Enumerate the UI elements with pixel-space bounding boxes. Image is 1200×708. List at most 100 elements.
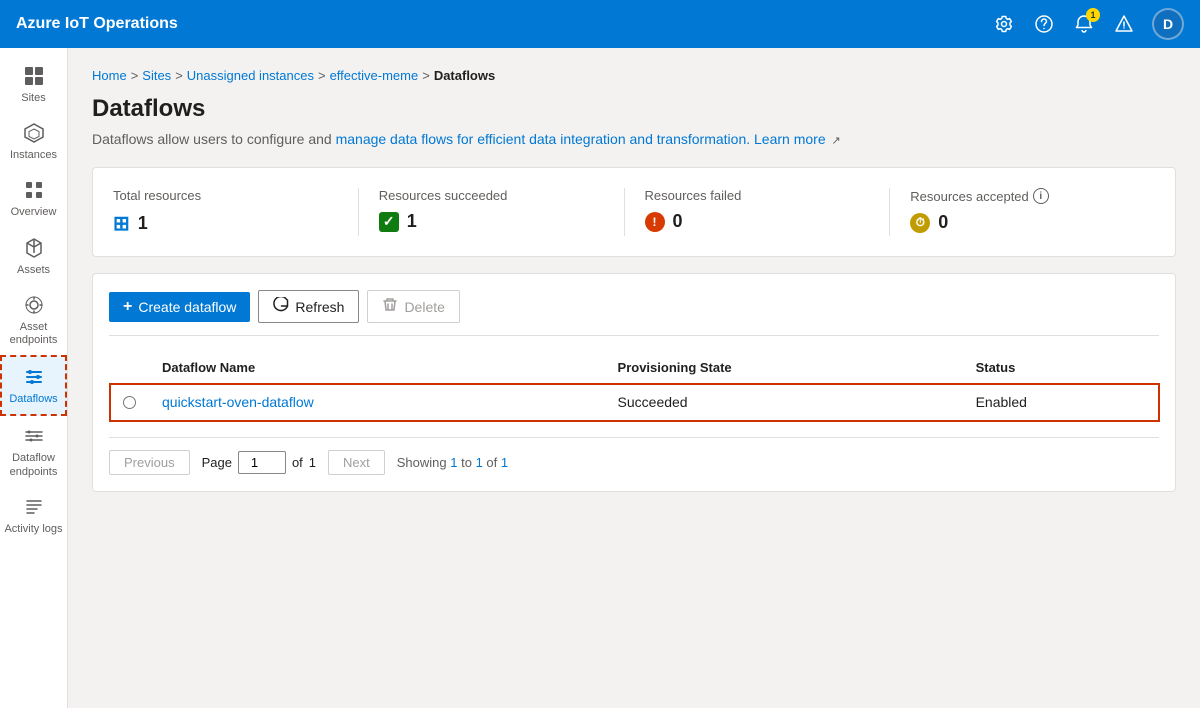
external-link-icon: ↗: [832, 135, 841, 147]
resources-failed-number: 0: [673, 211, 683, 232]
stat-total-resources: Total resources ⊞ 1: [113, 188, 359, 236]
sidebar-item-assets-label: Assets: [17, 264, 50, 277]
alerts-icon[interactable]: [1112, 12, 1136, 36]
page-input[interactable]: [238, 451, 286, 474]
sidebar-item-dataflows[interactable]: Dataflows: [0, 355, 67, 416]
app-title: Azure IoT Operations: [16, 15, 992, 33]
stat-resources-accepted-label: Resources accepted i: [910, 188, 1135, 204]
page-title: Dataflows: [92, 95, 1176, 123]
delete-icon: [382, 297, 398, 316]
failed-icon: !: [645, 212, 665, 232]
toolbar: + Create dataflow Refresh: [109, 290, 1159, 336]
nav-icons: 1 D: [992, 8, 1184, 40]
breadcrumb-unassigned-instances[interactable]: Unassigned instances: [187, 68, 314, 83]
refresh-label: Refresh: [295, 299, 344, 315]
total-resources-icon: ⊞: [113, 211, 130, 236]
content-area: Home > Sites > Unassigned instances > ef…: [68, 48, 1200, 708]
pagination: Previous Page of 1 Next Showing 1 to 1 o…: [109, 437, 1159, 475]
sites-icon: [22, 64, 46, 88]
avatar[interactable]: D: [1152, 8, 1184, 40]
row-status: Enabled: [964, 384, 1159, 421]
of-label: of: [292, 455, 303, 470]
stat-resources-accepted: Resources accepted i ⏱ 0: [890, 188, 1155, 236]
description-static: Dataflows allow users to configure and: [92, 131, 336, 147]
page-description: Dataflows allow users to configure and m…: [92, 131, 1176, 147]
breadcrumb-current: Dataflows: [434, 68, 495, 83]
sidebar-item-instances[interactable]: Instances: [0, 113, 67, 170]
description-link[interactable]: manage data flows for efficient data int…: [336, 131, 751, 147]
notifications-icon[interactable]: 1: [1072, 12, 1096, 36]
sidebar-item-instances-label: Instances: [10, 149, 57, 162]
stat-resources-succeeded: Resources succeeded ✓ 1: [359, 188, 625, 236]
resources-succeeded-number: 1: [407, 211, 417, 232]
activity-logs-icon: [22, 495, 46, 519]
sidebar-item-overview[interactable]: Overview: [0, 170, 67, 227]
sidebar-item-asset-endpoints[interactable]: Asset endpoints: [0, 285, 67, 355]
previous-button[interactable]: Previous: [109, 450, 190, 475]
sidebar-item-dataflow-endpoints[interactable]: Dataflow endpoints: [0, 416, 67, 486]
stat-resources-accepted-value: ⏱ 0: [910, 212, 1135, 233]
page-input-wrap: Page of 1: [202, 451, 316, 474]
stat-resources-failed-label: Resources failed: [645, 188, 870, 203]
sidebar-item-sites[interactable]: Sites: [0, 56, 67, 113]
settings-icon[interactable]: [992, 12, 1016, 36]
stats-card: Total resources ⊞ 1 Resources succeeded …: [92, 167, 1176, 257]
create-icon: +: [123, 298, 132, 316]
help-icon[interactable]: [1032, 12, 1056, 36]
sidebar: Sites Instances Overview: [0, 48, 68, 708]
resources-accepted-number: 0: [938, 212, 948, 233]
learn-more-link[interactable]: Learn more: [754, 131, 826, 147]
col-dataflow-name: Dataflow Name: [150, 352, 606, 384]
next-button[interactable]: Next: [328, 450, 385, 475]
delete-button[interactable]: Delete: [367, 290, 459, 323]
sidebar-item-sites-label: Sites: [21, 92, 45, 105]
sidebar-item-activity-logs[interactable]: Activity logs: [0, 487, 67, 544]
sidebar-item-overview-label: Overview: [11, 206, 57, 219]
table-row[interactable]: quickstart-oven-dataflow Succeeded Enabl…: [110, 384, 1159, 421]
total-resources-number: 1: [138, 213, 148, 234]
dataflows-icon: [22, 365, 46, 389]
stat-resources-succeeded-value: ✓ 1: [379, 211, 604, 232]
top-navigation: Azure IoT Operations 1: [0, 0, 1200, 48]
row-provisioning-state: Succeeded: [606, 384, 964, 421]
stat-resources-failed: Resources failed ! 0: [625, 188, 891, 236]
breadcrumb-effective-meme[interactable]: effective-meme: [330, 68, 419, 83]
data-table: Dataflow Name Provisioning State Status: [109, 352, 1159, 421]
breadcrumb-home[interactable]: Home: [92, 68, 127, 83]
main-layout: Sites Instances Overview: [0, 48, 1200, 708]
succeeded-icon: ✓: [379, 212, 399, 232]
row-radio[interactable]: [123, 396, 136, 409]
breadcrumb: Home > Sites > Unassigned instances > ef…: [92, 68, 1176, 83]
info-icon[interactable]: i: [1033, 188, 1049, 204]
sidebar-item-assets[interactable]: Assets: [0, 228, 67, 285]
create-label: Create dataflow: [138, 299, 236, 315]
dataflow-endpoints-icon: [22, 424, 46, 448]
table-card: + Create dataflow Refresh: [92, 273, 1176, 492]
col-provisioning-state: Provisioning State: [606, 352, 964, 384]
delete-label: Delete: [404, 299, 444, 315]
accepted-icon: ⏱: [910, 213, 930, 233]
refresh-button[interactable]: Refresh: [258, 290, 359, 323]
refresh-icon: [273, 297, 289, 316]
total-pages: 1: [309, 455, 316, 470]
stat-resources-failed-value: ! 0: [645, 211, 870, 232]
sidebar-item-dataflow-endpoints-label: Dataflow endpoints: [4, 452, 63, 478]
sidebar-item-asset-endpoints-label: Asset endpoints: [4, 321, 63, 347]
create-dataflow-button[interactable]: + Create dataflow: [109, 292, 250, 322]
col-select: [110, 352, 150, 384]
stat-resources-succeeded-label: Resources succeeded: [379, 188, 604, 203]
table-header-row: Dataflow Name Provisioning State Status: [110, 352, 1159, 384]
overview-icon: [22, 178, 46, 202]
instances-icon: [22, 121, 46, 145]
col-status: Status: [964, 352, 1159, 384]
stat-total-resources-label: Total resources: [113, 188, 338, 203]
page-label: Page: [202, 455, 232, 470]
row-radio-cell[interactable]: [110, 384, 150, 421]
dataflow-link[interactable]: quickstart-oven-dataflow: [162, 394, 314, 410]
breadcrumb-sites[interactable]: Sites: [142, 68, 171, 83]
assets-icon: [22, 236, 46, 260]
row-dataflow-name: quickstart-oven-dataflow: [150, 384, 606, 421]
asset-endpoints-icon: [22, 293, 46, 317]
notification-badge: 1: [1086, 8, 1100, 22]
stat-total-resources-value: ⊞ 1: [113, 211, 338, 236]
